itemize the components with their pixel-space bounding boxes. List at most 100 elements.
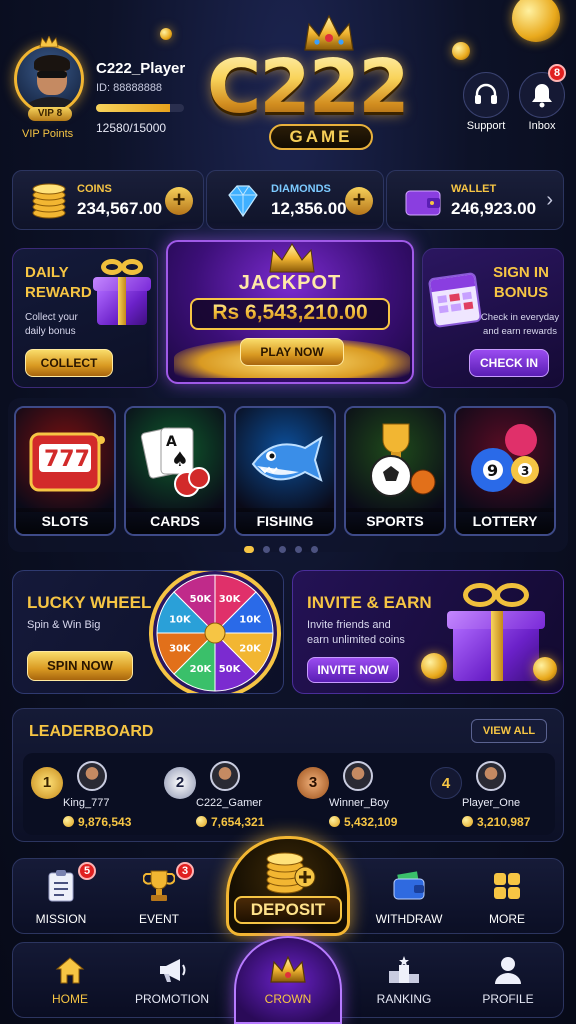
leaderboard-entry[interactable]: 1 King_777 9,876,543 [23,753,156,835]
wheel-segment-label: 30K [169,644,192,655]
game-label-cards: CARDS [126,508,224,534]
support-button[interactable]: Support [456,72,516,132]
carousel-dot[interactable] [311,546,318,553]
diamond-icon [223,181,263,221]
svg-text:9: 9 [487,461,498,480]
svg-text:777: 777 [44,447,90,472]
carousel-dot[interactable] [279,546,286,553]
coins-panel: COINS 234,567.00 + [12,170,204,230]
leaderboard-row: 1 King_777 9,876,543 2 C222_Gamer 7,654,… [23,753,555,835]
wallet-icon [403,181,443,221]
game-tile-sports[interactable]: SPORTS [344,406,446,536]
check-in-button[interactable]: CHECK IN [469,349,549,377]
add-coins-button[interactable]: + [165,187,193,215]
game-label-fishing: FISHING [236,508,334,534]
nav-ranking[interactable]: RANKING [354,948,454,1006]
nav-profile[interactable]: PROFILE [458,948,558,1006]
leaderboard-entry[interactable]: 3 Winner_Boy 5,432,109 [289,753,422,835]
invite-now-button[interactable]: INVITE NOW [307,657,399,683]
nav-promotion[interactable]: PROMOTION [122,948,222,1006]
svg-text:♠: ♠ [171,447,189,471]
game-tile-lottery[interactable]: 93 LOTTERY [454,406,556,536]
view-all-button[interactable]: VIEW ALL [471,719,547,743]
nav-profile-label: PROFILE [482,992,534,1006]
headset-icon [463,72,509,118]
wallet-panel[interactable]: WALLET 246,923.00 › [386,170,564,230]
megaphone-icon [152,952,192,988]
username: C222_Player [96,60,186,77]
game-tile-fishing[interactable]: FISHING [234,406,336,536]
playing-cards-icon: A ♠ [126,408,224,512]
chevron-right-icon: › [546,189,553,211]
coin-stack-icon [29,181,69,221]
leaderboard-name: Winner_Boy [329,797,389,809]
rank-number: 4 [430,767,462,799]
carousel-dot[interactable] [295,546,302,553]
wallet-value: 246,923.00 [451,199,537,218]
soccer-ball-trophy-icon [346,408,444,512]
game-tile-slots[interactable]: 777 SLOTS [14,406,116,536]
coin-stack-plus-icon [266,852,316,894]
carousel-pagination [244,546,318,553]
withdraw-label: WITHDRAW [375,912,443,926]
coin-icon [462,816,473,827]
leaderboard-name: Player_One [462,797,521,809]
daily-reward-desc-line1: Collect your [25,312,78,323]
game-tile-cards[interactable]: A ♠ CARDS [124,406,226,536]
grid-icon [487,866,527,906]
coin-decoration-icon [512,0,560,42]
player-avatar[interactable] [14,44,84,114]
lucky-wheel-card[interactable]: LUCKY WHEEL Spin & Win Big SPIN NOW 30K 1… [12,570,284,694]
jackpot-crown-icon [269,243,315,273]
game-label-slots: SLOTS [16,508,114,534]
inbox-label: Inbox [528,120,556,132]
nav-home[interactable]: HOME [20,948,120,1006]
leaderboard-entry[interactable]: 2 C222_Gamer 7,654,321 [156,753,289,835]
spin-now-button[interactable]: SPIN NOW [27,651,133,681]
carousel-dot[interactable] [263,546,270,553]
wheel-hub [204,622,226,644]
nav-crown[interactable]: CROWN [238,948,338,1006]
carousel-dot[interactable] [244,546,254,553]
wheel-segment-label: 20K [239,644,262,655]
silver-medal-icon: 2 [164,767,196,799]
mission-button[interactable]: MISSION 5 [16,862,106,926]
collect-button[interactable]: COLLECT [25,349,113,377]
user-id: ID: 88888888 [96,82,163,94]
coins-label: COINS [77,183,112,195]
jackpot-card[interactable]: JACKPOT Rs 6,543,210.00 PLAY NOW [166,240,414,384]
deposit-label: DEPOSIT [234,896,342,924]
podium-icon [384,952,424,988]
sign-in-bonus-card[interactable]: SIGN IN BONUS Check in everyday and earn… [422,248,564,388]
slot-machine-icon: 777 [16,408,114,512]
support-label: Support [466,120,506,132]
play-now-button[interactable]: PLAY NOW [240,338,344,366]
invite-earn-card[interactable]: INVITE & EARN Invite friends and earn un… [292,570,564,694]
clipboard-icon [41,866,81,906]
leaderboard-score: 5,432,109 [329,815,397,829]
nav-promotion-label: PROMOTION [135,992,209,1006]
avatar [343,761,373,791]
inbox-button[interactable]: Inbox 8 [512,64,572,132]
wheel-segment-label: 20K [190,664,213,675]
leaderboard-entry[interactable]: 4 Player_One 3,210,987 [422,753,555,835]
nav-crown-label: CROWN [264,992,312,1006]
daily-reward-card[interactable]: DAILY REWARD Collect your daily bonus CO… [12,248,158,388]
add-diamonds-button[interactable]: + [345,187,373,215]
withdraw-button[interactable]: WITHDRAW [364,862,454,926]
diamonds-label: DIAMONDS [271,183,331,195]
wheel-segment-label: 50K [219,664,242,675]
coin-decoration-icon [452,42,470,60]
diamonds-value: 12,356.00 [271,199,347,218]
more-button[interactable]: MORE [462,862,552,926]
sign-in-title-line2: BONUS [493,284,549,301]
wallet-label: WALLET [451,183,497,195]
wheel-segment-label: 10K [169,614,192,625]
leaderboard-name: C222_Gamer [196,797,263,809]
xp-progress-fill [96,104,170,112]
leaderboard-score: 9,876,543 [63,815,131,829]
event-button[interactable]: EVENT 3 [114,862,204,926]
wallet-cash-icon [389,866,429,906]
jackpot-amount: Rs 6,543,210.00 [190,301,390,325]
lucky-wheel-title: LUCKY WHEEL [27,593,152,612]
